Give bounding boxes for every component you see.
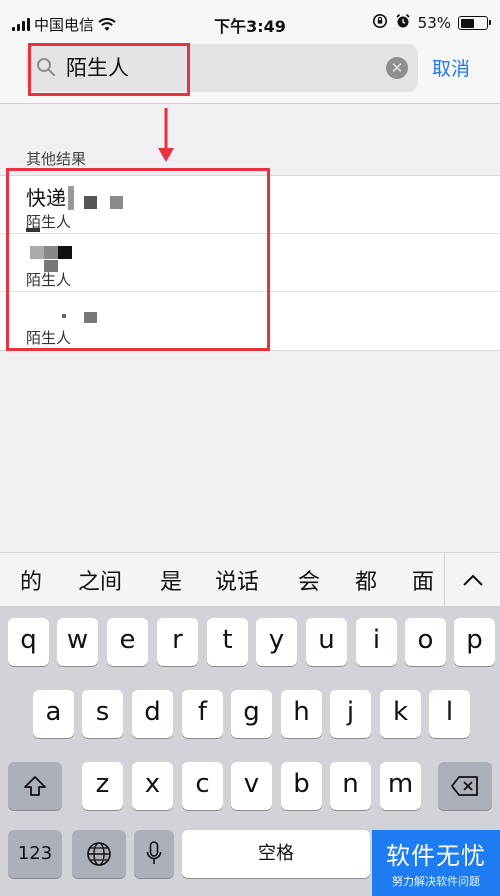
key-n[interactable]: n (330, 762, 371, 810)
key-z[interactable]: z (82, 762, 123, 810)
battery-level (460, 18, 474, 28)
key-e[interactable]: e (107, 618, 148, 666)
results-highlight-box (6, 168, 270, 351)
candidate-word[interactable]: 面 (412, 564, 434, 596)
key-c[interactable]: c (182, 762, 223, 810)
key-m[interactable]: m (380, 762, 421, 810)
key-g[interactable]: g (231, 690, 272, 738)
battery-icon (458, 16, 491, 30)
key-t[interactable]: t (207, 618, 248, 666)
key-a[interactable]: a (33, 690, 74, 738)
key-o[interactable]: o (405, 618, 446, 666)
key-h[interactable]: h (281, 690, 322, 738)
key-q[interactable]: q (8, 618, 49, 666)
globe-icon[interactable] (72, 830, 126, 878)
backspace-icon[interactable] (438, 762, 492, 810)
alarm-icon (395, 13, 411, 33)
key-p[interactable]: p (454, 618, 495, 666)
section-label: 其他结果 (26, 150, 87, 168)
candidate-word[interactable]: 是 (160, 564, 182, 596)
chevron-up-icon[interactable] (444, 553, 500, 607)
battery-percent: 53% (417, 14, 451, 32)
status-bar: 中国电信 下午3:49 53% (0, 0, 500, 42)
key-j[interactable]: j (330, 690, 371, 738)
key-r[interactable]: r (157, 618, 198, 666)
arrow-down-annotation (156, 108, 176, 168)
candidate-word[interactable]: 的 (20, 564, 42, 596)
key-s[interactable]: s (82, 690, 123, 738)
key-d[interactable]: d (132, 690, 173, 738)
watermark-subtitle: 努力解决软件问题 (392, 875, 480, 888)
candidate-bar: 的 之间 是 说话 会 都 面 (0, 552, 500, 607)
shift-icon[interactable] (8, 762, 62, 810)
key-v[interactable]: v (231, 762, 272, 810)
clear-icon[interactable]: ✕ (386, 57, 408, 79)
key-u[interactable]: u (306, 618, 347, 666)
search-highlight-box (28, 43, 190, 96)
key-b[interactable]: b (281, 762, 322, 810)
orientation-lock-icon (372, 13, 388, 33)
screen: 中国电信 下午3:49 53% 陌生人 ✕ 取消 其他结果 快递 陌生人 陌生人… (0, 0, 500, 896)
candidate-word[interactable]: 说话 (215, 564, 259, 596)
microphone-icon[interactable] (134, 830, 174, 878)
watermark-title: 软件无忧 (386, 842, 486, 870)
watermark-logo: 软件无忧 努力解决软件问题 (372, 830, 500, 896)
numbers-button[interactable]: 123 (8, 830, 62, 878)
key-i[interactable]: i (356, 618, 397, 666)
cancel-button[interactable]: 取消 (432, 54, 470, 81)
candidate-word[interactable]: 之间 (78, 564, 122, 596)
candidate-word[interactable]: 会 (298, 564, 320, 596)
candidate-word[interactable]: 都 (355, 564, 377, 596)
key-y[interactable]: y (256, 618, 297, 666)
space-key[interactable]: 空格 (182, 830, 370, 878)
key-w[interactable]: w (57, 618, 98, 666)
status-right: 53% (372, 13, 491, 33)
key-f[interactable]: f (182, 690, 223, 738)
key-l[interactable]: l (429, 690, 470, 738)
key-k[interactable]: k (380, 690, 421, 738)
key-x[interactable]: x (132, 762, 173, 810)
